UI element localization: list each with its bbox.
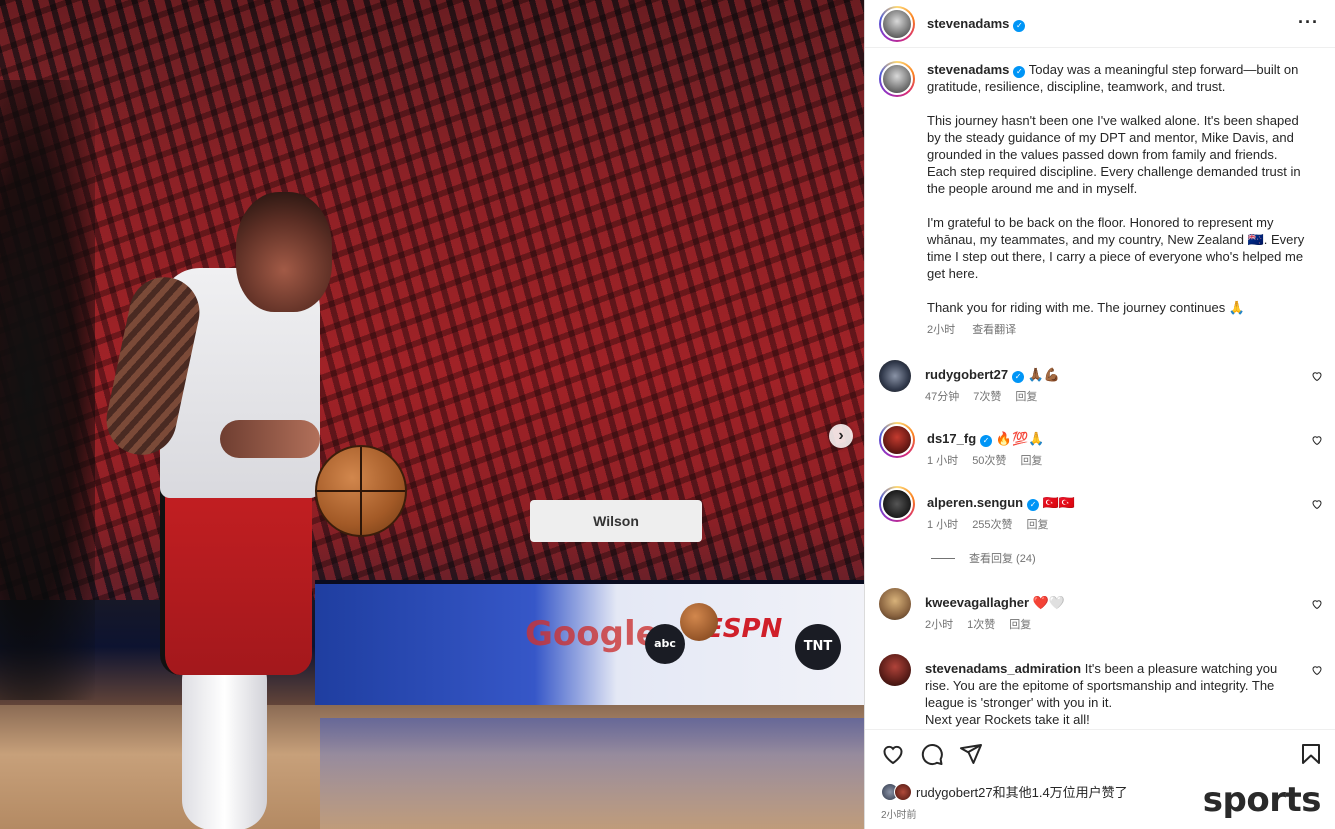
comment-text: 🇹🇷🇹🇷 xyxy=(1042,495,1076,510)
like-comment-heart-icon[interactable] xyxy=(1311,498,1323,510)
comment-time: 1 小时 xyxy=(927,519,959,531)
post-photo: Google abc ESPN TNT Wilson › xyxy=(0,0,864,829)
author-avatar[interactable] xyxy=(879,5,915,42)
player-head xyxy=(236,192,332,312)
verified-badge-icon: ✓ xyxy=(1013,19,1026,32)
foreground-shadow xyxy=(0,80,95,700)
reply-button[interactable]: 回复 xyxy=(1009,619,1031,631)
comment-username[interactable]: alperen.sengun xyxy=(927,495,1023,510)
comment-text: 🙏🏾💪🏾 xyxy=(1027,367,1061,382)
led-board: Google abc ESPN TNT xyxy=(315,580,864,715)
like-comment-heart-icon[interactable] xyxy=(1311,370,1323,382)
player-shorts xyxy=(160,480,312,675)
caption-paragraph-3: I'm grateful to be back on the floor. Ho… xyxy=(927,215,1305,281)
like-comment-heart-icon[interactable] xyxy=(1311,434,1323,446)
comment-time: 47分钟 xyxy=(925,391,960,403)
comment-item: rudygobert27 ✓ 🙏🏾💪🏾 47分钟 7次赞 回复 xyxy=(865,360,1335,406)
author-username[interactable]: stevenadams ✓ xyxy=(927,16,1026,32)
likes-text: rudygobert27和其他1.4万位用户赞了 xyxy=(916,785,1128,800)
save-bookmark-icon[interactable] xyxy=(1299,742,1323,766)
comments-scroll[interactable]: stevenadams ✓ Today was a meaningful step… xyxy=(865,49,1335,729)
comment-time: 2小时 xyxy=(925,619,954,631)
comment-likes[interactable]: 50次赞 xyxy=(972,455,1006,467)
replies-divider xyxy=(931,557,955,559)
view-replies-label: 查看回复 (24) xyxy=(969,553,1036,565)
verified-badge-icon: ✓ xyxy=(980,435,993,447)
view-replies-button[interactable]: 查看回复 (24) xyxy=(931,550,1335,566)
likes-summary[interactable]: rudygobert27和其他1.4万位用户赞了 xyxy=(881,782,1128,801)
comment-username[interactable]: kweevagallagher xyxy=(925,595,1029,610)
more-options-icon[interactable]: ··· xyxy=(1298,12,1319,33)
caption-time: 2小时 xyxy=(927,324,956,336)
led-tnt: TNT xyxy=(795,624,841,670)
commenter-avatar[interactable] xyxy=(879,588,911,620)
like-comment-heart-icon[interactable] xyxy=(1311,598,1323,610)
sports-watermark: sports xyxy=(1202,780,1322,820)
translate-link[interactable]: 查看翻译 xyxy=(972,324,1016,336)
background-ball xyxy=(680,603,718,641)
player-forearm xyxy=(220,420,320,458)
share-send-icon[interactable] xyxy=(959,742,983,766)
player-leg xyxy=(182,650,267,829)
commenter-avatar[interactable] xyxy=(879,422,915,458)
verified-badge-icon: ✓ xyxy=(1027,499,1040,511)
commenter-avatar[interactable] xyxy=(879,654,911,686)
comment-likes[interactable]: 7次赞 xyxy=(973,391,1001,403)
comment-likes[interactable]: 1次赞 xyxy=(967,619,995,631)
led-google: Google xyxy=(525,614,659,654)
comment-item: alperen.sengun ✓ 🇹🇷🇹🇷 1 小时 255次赞 回复 xyxy=(865,486,1335,534)
post-detail-panel: stevenadams ✓ ··· stevenadams ✓ Today was … xyxy=(864,0,1335,829)
comment-item: kweevagallagher ❤️🤍 2小时 1次赞 回复 xyxy=(865,588,1335,634)
commenter-avatar[interactable] xyxy=(879,360,911,392)
comment-likes[interactable]: 255次赞 xyxy=(972,519,1012,531)
comment-username[interactable]: ds17_fg xyxy=(927,431,976,446)
caption-paragraph-4: Thank you for riding with me. The journe… xyxy=(927,300,1245,315)
like-heart-icon[interactable] xyxy=(881,742,905,766)
comment-bubble-icon[interactable] xyxy=(920,742,944,766)
verified-badge-icon: ✓ xyxy=(1012,371,1025,383)
caption-username[interactable]: stevenadams xyxy=(927,62,1009,77)
comment-text: 🔥💯🙏 xyxy=(995,431,1045,446)
comment-username[interactable]: rudygobert27 xyxy=(925,367,1008,382)
scorer-table-sign: Wilson xyxy=(530,500,702,542)
commenter-avatar[interactable] xyxy=(879,486,915,522)
caption-paragraph-2: This journey hasn't been one I've walked… xyxy=(927,113,1301,196)
reply-button[interactable]: 回复 xyxy=(1020,455,1042,467)
reply-button[interactable]: 回复 xyxy=(1015,391,1037,403)
floor-reflection xyxy=(320,718,864,829)
post-header: stevenadams ✓ ··· xyxy=(865,0,1335,48)
post-actions: rudygobert27和其他1.4万位用户赞了 2小时前 sports xyxy=(865,729,1335,829)
reply-button[interactable]: 回复 xyxy=(1027,519,1049,531)
verified-badge-icon: ✓ xyxy=(1013,66,1026,78)
basketball xyxy=(315,445,407,537)
post-time: 2小时前 xyxy=(881,810,917,821)
comment-username[interactable]: stevenadams_admiration xyxy=(925,661,1081,676)
next-image-button[interactable]: › xyxy=(829,424,853,448)
comment-item: ds17_fg ✓ 🔥💯🙏 1 小时 50次赞 回复 xyxy=(865,422,1335,470)
liker-avatar xyxy=(894,782,912,801)
comment-item: stevenadams_admiration It's been a pleas… xyxy=(865,654,1335,728)
caption-avatar[interactable] xyxy=(879,61,915,97)
like-comment-heart-icon[interactable] xyxy=(1311,664,1323,676)
comment-time: 1 小时 xyxy=(927,455,959,467)
comment-text: ❤️🤍 xyxy=(1032,595,1066,610)
led-abc: abc xyxy=(645,624,685,664)
arena-seats xyxy=(0,0,864,600)
caption: stevenadams ✓ Today was a meaningful step… xyxy=(865,49,1335,339)
